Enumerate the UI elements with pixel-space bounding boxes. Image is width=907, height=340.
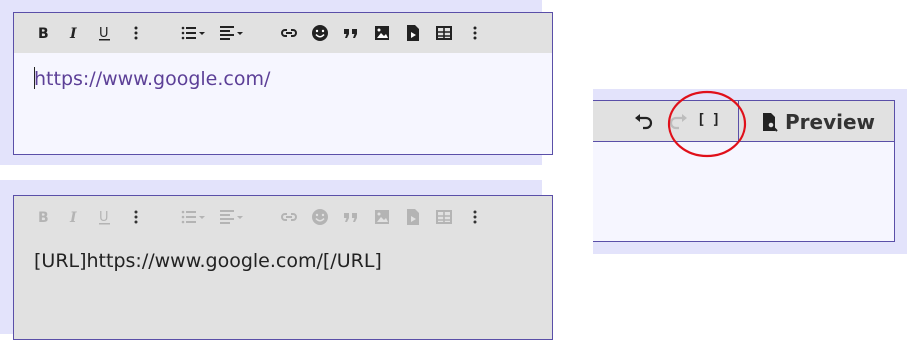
editor-bottom-content[interactable]: [URL]https://www.google.com/[/URL] bbox=[34, 250, 382, 272]
undo-icon[interactable] bbox=[634, 113, 654, 131]
svg-text:I: I bbox=[69, 210, 77, 226]
more-vertical-icon bbox=[464, 206, 486, 228]
media-icon[interactable] bbox=[402, 22, 424, 44]
smile-icon[interactable] bbox=[309, 22, 331, 44]
editor-bottom-toolbar: B I U bbox=[14, 196, 552, 238]
more-vertical-icon bbox=[125, 206, 147, 228]
svg-text:U: U bbox=[99, 210, 109, 225]
editor-bottom-wrapper: B I U [URL]https://www.google.com/[/URL] bbox=[0, 180, 553, 340]
image-icon[interactable] bbox=[371, 22, 393, 44]
editor-top-content[interactable]: https://www.google.com/ bbox=[34, 67, 270, 90]
list-icon bbox=[178, 206, 208, 228]
media-icon bbox=[402, 206, 424, 228]
link-icon[interactable] bbox=[278, 22, 300, 44]
underline-icon: U bbox=[94, 206, 116, 228]
image-icon bbox=[371, 206, 393, 228]
list-icon[interactable] bbox=[178, 22, 208, 44]
editor-top-link-text: https://www.google.com/ bbox=[34, 68, 271, 90]
preview-label: Preview bbox=[785, 109, 876, 134]
table-icon[interactable] bbox=[433, 22, 455, 44]
smile-icon bbox=[309, 206, 331, 228]
svg-text:B: B bbox=[38, 210, 49, 226]
link-icon bbox=[278, 206, 300, 228]
editor-top-toolbar: B I U bbox=[14, 13, 552, 53]
editor-bottom: B I U [URL]https://www.google.com/[/URL] bbox=[13, 195, 553, 340]
bold-icon: B bbox=[32, 206, 54, 228]
table-icon bbox=[433, 206, 455, 228]
svg-text:U: U bbox=[99, 26, 109, 41]
highlight-circle bbox=[667, 90, 747, 158]
editor-top: B I U https://www.google.com/ bbox=[13, 12, 553, 155]
align-icon[interactable] bbox=[217, 22, 247, 44]
quote-icon[interactable] bbox=[340, 22, 362, 44]
italic-icon: I bbox=[63, 206, 85, 228]
align-icon bbox=[217, 206, 247, 228]
italic-icon[interactable]: I bbox=[63, 22, 85, 44]
file-search-icon bbox=[761, 112, 779, 132]
underline-icon[interactable]: U bbox=[94, 22, 116, 44]
more-vertical-icon[interactable] bbox=[464, 22, 486, 44]
bold-icon[interactable]: B bbox=[32, 22, 54, 44]
quote-icon bbox=[340, 206, 362, 228]
toolbar-zoom-panel: [ ] Preview bbox=[593, 89, 907, 254]
svg-text:B: B bbox=[38, 26, 49, 42]
editor-top-wrapper: B I U https://www.google.com/ bbox=[0, 0, 553, 165]
preview-button[interactable]: Preview bbox=[761, 101, 875, 142]
more-vertical-icon[interactable] bbox=[125, 22, 147, 44]
svg-text:I: I bbox=[69, 26, 77, 42]
